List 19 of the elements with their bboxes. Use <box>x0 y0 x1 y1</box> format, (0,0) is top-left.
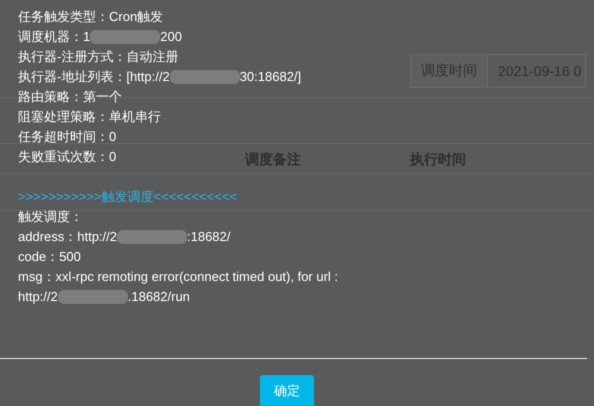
field-text: 执行器-地址列表：[http://2 <box>18 68 170 86</box>
field-text: 失败重试次数：0 <box>18 148 116 166</box>
field-text: 阻塞处理策略：单机串行 <box>18 108 161 126</box>
section-heading: >>>>>>>>>>>触发调度<<<<<<<<<<< <box>18 188 238 206</box>
field-text: 200 <box>160 28 182 46</box>
log-line: 触发调度： <box>18 208 83 226</box>
confirm-button[interactable]: 确定 <box>260 375 314 406</box>
field-text: 任务超时时间：0 <box>18 128 116 146</box>
log-line: address：http://2 <box>18 228 117 246</box>
field-text: 30:18682/] <box>240 68 302 86</box>
log-line: .18682/run <box>128 288 190 306</box>
log-line: msg：xxl-rpc remoting error(connect timed out), for url : <box>18 268 338 286</box>
log-line: http://2 <box>18 288 58 306</box>
field-text: 调度机器：1 <box>18 28 90 46</box>
field-text: 路由策略：第一个 <box>18 88 122 106</box>
log-line: code：500 <box>18 248 81 266</box>
field-text: 任务触发类型：Cron触发 <box>18 8 164 26</box>
field-text: 执行器-注册方式：自动注册 <box>18 48 178 66</box>
log-line: :18682/ <box>187 228 230 246</box>
